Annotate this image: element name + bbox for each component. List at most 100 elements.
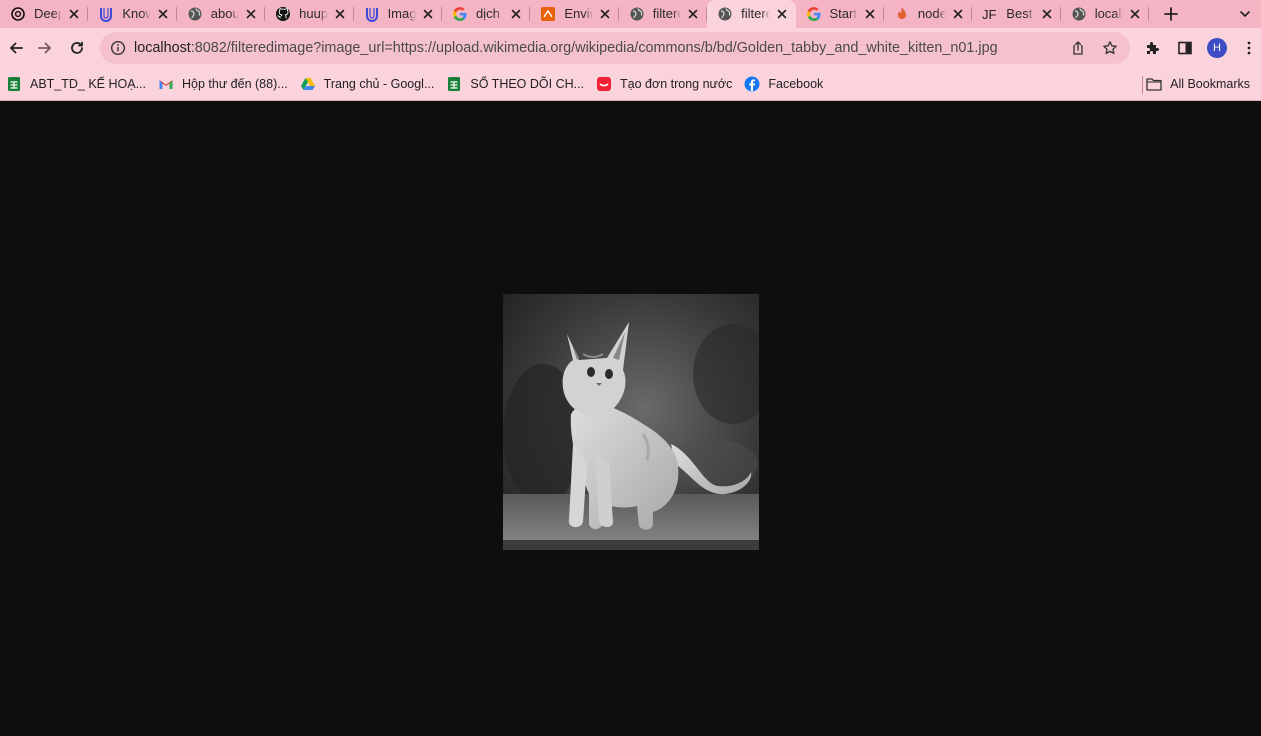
svg-text:JF: JF: [982, 7, 997, 22]
browser-tab[interactable]: Knowledge: [88, 0, 177, 28]
browser-tab[interactable]: node: [884, 0, 973, 28]
globe-icon: [717, 6, 733, 22]
tab-close-icon[interactable]: [862, 6, 878, 22]
globe-icon: [629, 6, 645, 22]
page-viewport: [0, 102, 1261, 736]
tab-title: huuphuoc: [299, 6, 328, 21]
filtered-image: [503, 294, 759, 550]
browser-menu-button[interactable]: [1233, 32, 1261, 64]
tab-close-icon[interactable]: [597, 6, 613, 22]
bookmark-label: Trang chủ - Googl...: [323, 77, 435, 91]
browser-tab[interactable]: dịch: [442, 0, 531, 28]
openai-icon: [10, 6, 26, 22]
url-host: localhost: [134, 40, 191, 56]
browser-tab[interactable]: huuphuoc: [265, 0, 354, 28]
avatar: H: [1207, 38, 1227, 58]
tab-search-button[interactable]: [1233, 0, 1257, 28]
tab-title: about: [210, 6, 240, 21]
url-path: :8082/filteredimage?image_url=https://up…: [190, 40, 998, 56]
flame-icon: [894, 6, 910, 22]
tab-close-icon[interactable]: [155, 6, 171, 22]
google-icon: [452, 6, 468, 22]
back-button[interactable]: [0, 32, 32, 64]
address-bar[interactable]: localhost:8082/filteredimage?image_url=h…: [100, 32, 1130, 64]
sheets-icon: [6, 76, 22, 92]
browser-tab[interactable]: Environment: [530, 0, 619, 28]
browser-toolbar: localhost:8082/filteredimage?image_url=h…: [0, 28, 1261, 68]
url-text[interactable]: localhost:8082/filteredimage?image_url=h…: [134, 40, 998, 56]
bookmark-label: Facebook: [768, 77, 824, 91]
folder-icon: [1146, 76, 1162, 92]
forward-button[interactable]: [29, 32, 61, 64]
tab-close-icon[interactable]: [66, 6, 82, 22]
browser-tab[interactable]: filteredimage: [707, 0, 796, 28]
bookmark-item[interactable]: ABT_TD_ KẾ HOẠ...: [0, 70, 152, 98]
bookmark-label: Hộp thư đến (88)...: [182, 77, 288, 91]
bookmark-star-button[interactable]: [1094, 32, 1126, 64]
aws-icon: [540, 6, 556, 22]
bookmark-item[interactable]: Tạo đơn trong nước: [590, 70, 738, 98]
forward-arrow-icon: [38, 42, 51, 54]
udacity-icon: [364, 6, 380, 22]
site-info-button[interactable]: [102, 32, 134, 64]
tab-strip: DeepL Translate Knowledge about huuphuoc Ima…: [0, 0, 1261, 28]
all-bookmarks-button[interactable]: All Bookmarks: [1140, 70, 1256, 98]
tab-close-icon[interactable]: [1039, 6, 1055, 22]
plus-icon: [1164, 7, 1178, 21]
browser-tab[interactable]: localhost: [1061, 0, 1150, 28]
address-bar-actions: [1062, 32, 1126, 64]
google-icon: [806, 6, 822, 22]
browser-tab[interactable]: about: [177, 0, 266, 28]
puzzle-icon: [1147, 42, 1159, 54]
gmail-icon: [158, 76, 174, 92]
udacity-icon: [98, 6, 114, 22]
tab-close-icon[interactable]: [243, 6, 259, 22]
tab-title: node: [917, 6, 947, 21]
tab-close-icon[interactable]: [1127, 6, 1143, 22]
tab-title: filteredimage: [741, 6, 770, 21]
tab-title: Best: [1006, 6, 1033, 21]
browser-tab[interactable]: filteredimage: [619, 0, 708, 28]
globe-icon: [187, 6, 203, 22]
bookmark-item[interactable]: SỔ THEO DÕI CH...: [440, 70, 590, 98]
bookmark-item[interactable]: Hộp thư đến (88)...: [152, 70, 294, 98]
browser-tab[interactable]: JF Best: [972, 0, 1061, 28]
new-tab-button[interactable]: [1149, 0, 1193, 28]
tab-close-icon[interactable]: [774, 6, 790, 22]
tab-title: dịch: [475, 6, 500, 21]
browser-tab[interactable]: Start: [796, 0, 884, 28]
side-panel-icon: [1178, 41, 1192, 55]
tab-title: Start: [829, 6, 857, 21]
tab-title: DeepL Translate: [34, 6, 63, 21]
bookmark-item[interactable]: Trang chủ - Googl...: [294, 70, 441, 98]
tab-close-icon[interactable]: [685, 6, 701, 22]
jf-icon: JF: [982, 6, 998, 22]
tab-close-icon[interactable]: [950, 6, 966, 22]
tab-title: filteredimage: [652, 6, 682, 21]
github-icon: [275, 6, 291, 22]
bookmark-item[interactable]: Facebook: [738, 70, 829, 98]
reload-button[interactable]: [61, 32, 93, 64]
globe-icon: [1071, 6, 1087, 22]
profile-button[interactable]: H: [1201, 32, 1233, 64]
toolbar-right-buttons: H: [1137, 32, 1261, 64]
back-arrow-icon: [10, 42, 23, 54]
tab-title: Knowledge: [122, 6, 151, 21]
share-button[interactable]: [1062, 32, 1094, 64]
info-icon: [110, 40, 126, 56]
browser-tab[interactable]: DeepL Translate: [0, 0, 89, 28]
share-icon: [1073, 41, 1083, 55]
tab-close-icon[interactable]: [508, 6, 524, 22]
drive-icon: [300, 76, 316, 92]
tab-close-icon[interactable]: [332, 6, 348, 22]
bookmark-label: ABT_TD_ KẾ HOẠ...: [30, 77, 147, 91]
tab-title: localhost: [1094, 6, 1123, 21]
tab-title: Environment: [564, 6, 593, 21]
tab-title: Image Filter: [387, 6, 416, 21]
extensions-button[interactable]: [1137, 32, 1169, 64]
all-bookmarks-label: All Bookmarks: [1170, 77, 1250, 91]
tab-close-icon[interactable]: [420, 6, 436, 22]
side-panel-button[interactable]: [1169, 32, 1201, 64]
browser-tab[interactable]: Image Filter: [354, 0, 442, 28]
bookmark-label: SỔ THEO DÕI CH...: [470, 77, 585, 91]
